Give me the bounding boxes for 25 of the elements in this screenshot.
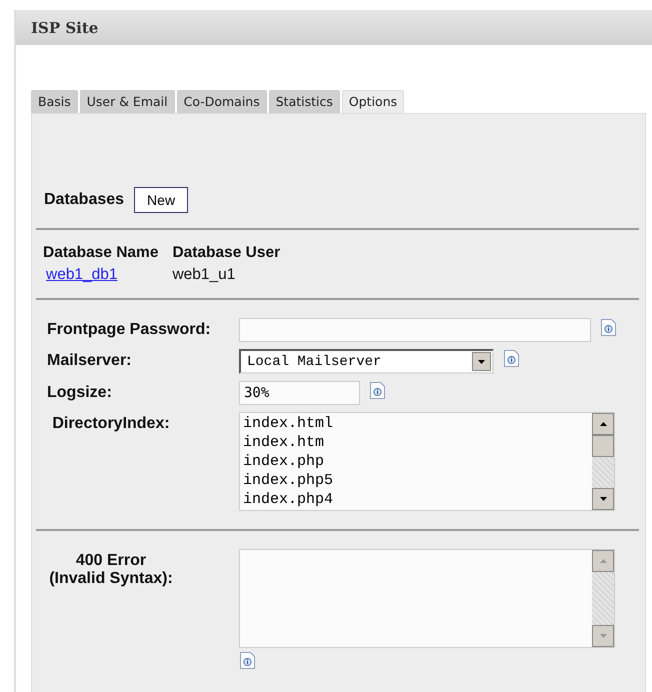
input-field[interactable] <box>239 318 591 342</box>
info-icon[interactable] <box>369 381 386 400</box>
field-label: Mailserver: <box>46 351 132 371</box>
field-label: Frontpage Password: <box>46 320 212 340</box>
tab[interactable]: Co-Domains <box>176 90 267 113</box>
dropdown-button[interactable] <box>472 352 491 371</box>
field-label: 400 Error (Invalid Syntax): <box>48 551 174 589</box>
new-button[interactable]: New <box>134 187 188 213</box>
tab[interactable]: User & Email <box>80 90 175 113</box>
info-icon[interactable] <box>239 651 256 670</box>
database-link[interactable]: web1_db1 <box>46 266 118 283</box>
section-title: Databases <box>44 191 124 209</box>
input-field[interactable]: 30% <box>239 381 360 405</box>
tab[interactable]: Basis <box>31 90 78 113</box>
caret-icon <box>477 358 486 364</box>
field-label: Logsize: <box>46 383 113 403</box>
panel-title: ISP Site <box>31 18 98 36</box>
info-icon[interactable] <box>600 318 617 337</box>
info-icon[interactable] <box>503 349 520 368</box>
column-header: Database User <box>172 244 282 263</box>
tab[interactable]: Statistics <box>268 90 340 113</box>
field-label: DirectoryIndex: <box>51 414 171 434</box>
column-header: Database Name <box>43 244 160 263</box>
table-cell: web1_u1 <box>172 266 236 283</box>
tab[interactable]: Options <box>342 90 404 113</box>
